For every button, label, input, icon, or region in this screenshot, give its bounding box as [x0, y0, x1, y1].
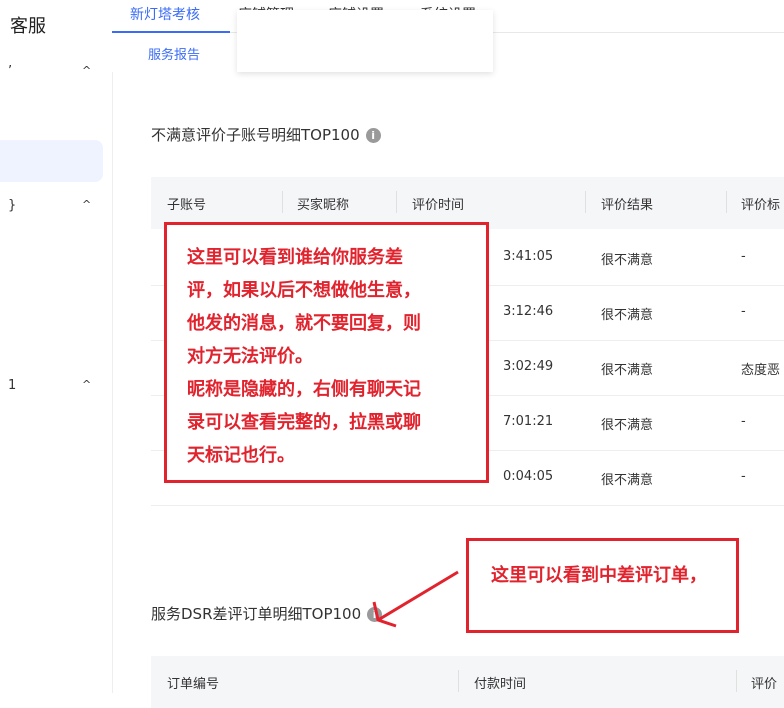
annotation-arrow-icon: [372, 570, 459, 628]
cell-result: 很不满意: [601, 363, 654, 378]
chevron-up-icon[interactable]: ^: [82, 64, 91, 77]
sidebar-group-1[interactable]: ’ ^: [0, 64, 112, 84]
column-divider: [282, 191, 283, 213]
dsr-table: 订单编号 付款时间 评价: [151, 656, 784, 708]
cell-result: 很不满意: [601, 308, 654, 323]
sidebar: 客服 ’ ^ } ^ 1 ^: [0, 0, 112, 693]
annotation-line: 录可以查看完整的，拉黑或聊: [187, 412, 421, 433]
section-title-dissatisfied: 不满意评价子账号明细TOP100 i: [151, 124, 381, 145]
subtab-service-report[interactable]: 服务报告: [148, 44, 200, 63]
column-divider: [458, 670, 459, 692]
sidebar-group-2[interactable]: } ^: [0, 198, 112, 218]
cell-tag: -: [741, 249, 746, 264]
cell-result: 很不满意: [601, 418, 654, 433]
col-sub-account: 子账号: [167, 198, 207, 213]
annotation-line: 评，如果以后不想做他生意，: [187, 280, 421, 301]
section-title-dsr: 服务DSR差评订单明细TOP100 i: [151, 603, 383, 624]
col-review-tag: 评价标: [741, 198, 781, 213]
tab-new-lighthouse[interactable]: 新灯塔考核: [130, 4, 200, 24]
cell-tag: 态度恶: [741, 363, 781, 378]
sidebar-item-active[interactable]: [0, 140, 103, 182]
cell-tag: -: [741, 414, 746, 429]
col-order-id: 订单编号: [167, 677, 220, 692]
cell-tag: -: [741, 469, 746, 484]
annotation-text: 这里可以看到中差评订单，: [491, 565, 707, 586]
sidebar-brand: 客服: [10, 16, 46, 37]
col-review-time: 评价时间: [412, 198, 465, 213]
annotation-line: 他发的消息，就不要回复，则: [187, 313, 421, 334]
cell-time: 7:01:21: [503, 414, 554, 429]
annotation-line: 天标记也行。: [187, 445, 295, 466]
chevron-up-icon[interactable]: ^: [82, 198, 91, 211]
annotation-box-1: 这里可以看到谁给你服务差 评，如果以后不想做他生意， 他发的消息，就不要回复，则…: [164, 222, 489, 483]
chevron-up-icon[interactable]: ^: [82, 378, 91, 391]
column-divider: [736, 670, 737, 692]
info-icon[interactable]: i: [365, 128, 381, 143]
dropdown-popup: [237, 10, 493, 72]
active-tab-underline: [112, 31, 230, 33]
cell-time: 0:04:05: [503, 469, 554, 484]
annotation-line: 这里可以看到谁给你服务差: [187, 247, 403, 268]
cell-time: 3:12:46: [503, 304, 554, 319]
sidebar-group-label: }: [8, 198, 17, 213]
annotation-line: 昵称是隐藏的，右侧有聊天记: [187, 379, 421, 400]
sidebar-group-label: 1: [8, 378, 17, 393]
cell-result: 很不满意: [601, 473, 654, 488]
col-buyer-nick: 买家昵称: [297, 198, 350, 213]
column-divider: [585, 191, 586, 213]
col-pay-time: 付款时间: [474, 677, 527, 692]
column-divider: [396, 191, 397, 213]
column-divider: [726, 191, 727, 213]
annotation-box-2: 这里可以看到中差评订单，: [466, 538, 739, 633]
col-review: 评价: [751, 677, 778, 692]
cell-result: 很不满意: [601, 253, 654, 268]
col-review-result: 评价结果: [601, 198, 654, 213]
section-title-text: 服务DSR差评订单明细TOP100: [151, 605, 362, 623]
section-title-text: 不满意评价子账号明细TOP100: [151, 126, 360, 144]
cell-tag: -: [741, 304, 746, 319]
sidebar-group-3[interactable]: 1 ^: [0, 378, 112, 398]
table-header: 订单编号 付款时间 评价: [151, 656, 784, 708]
sidebar-group-label: ’: [8, 64, 13, 79]
cell-time: 3:02:49: [503, 359, 554, 374]
cell-time: 3:41:05: [503, 249, 554, 264]
annotation-line: 对方无法评价。: [187, 346, 313, 367]
